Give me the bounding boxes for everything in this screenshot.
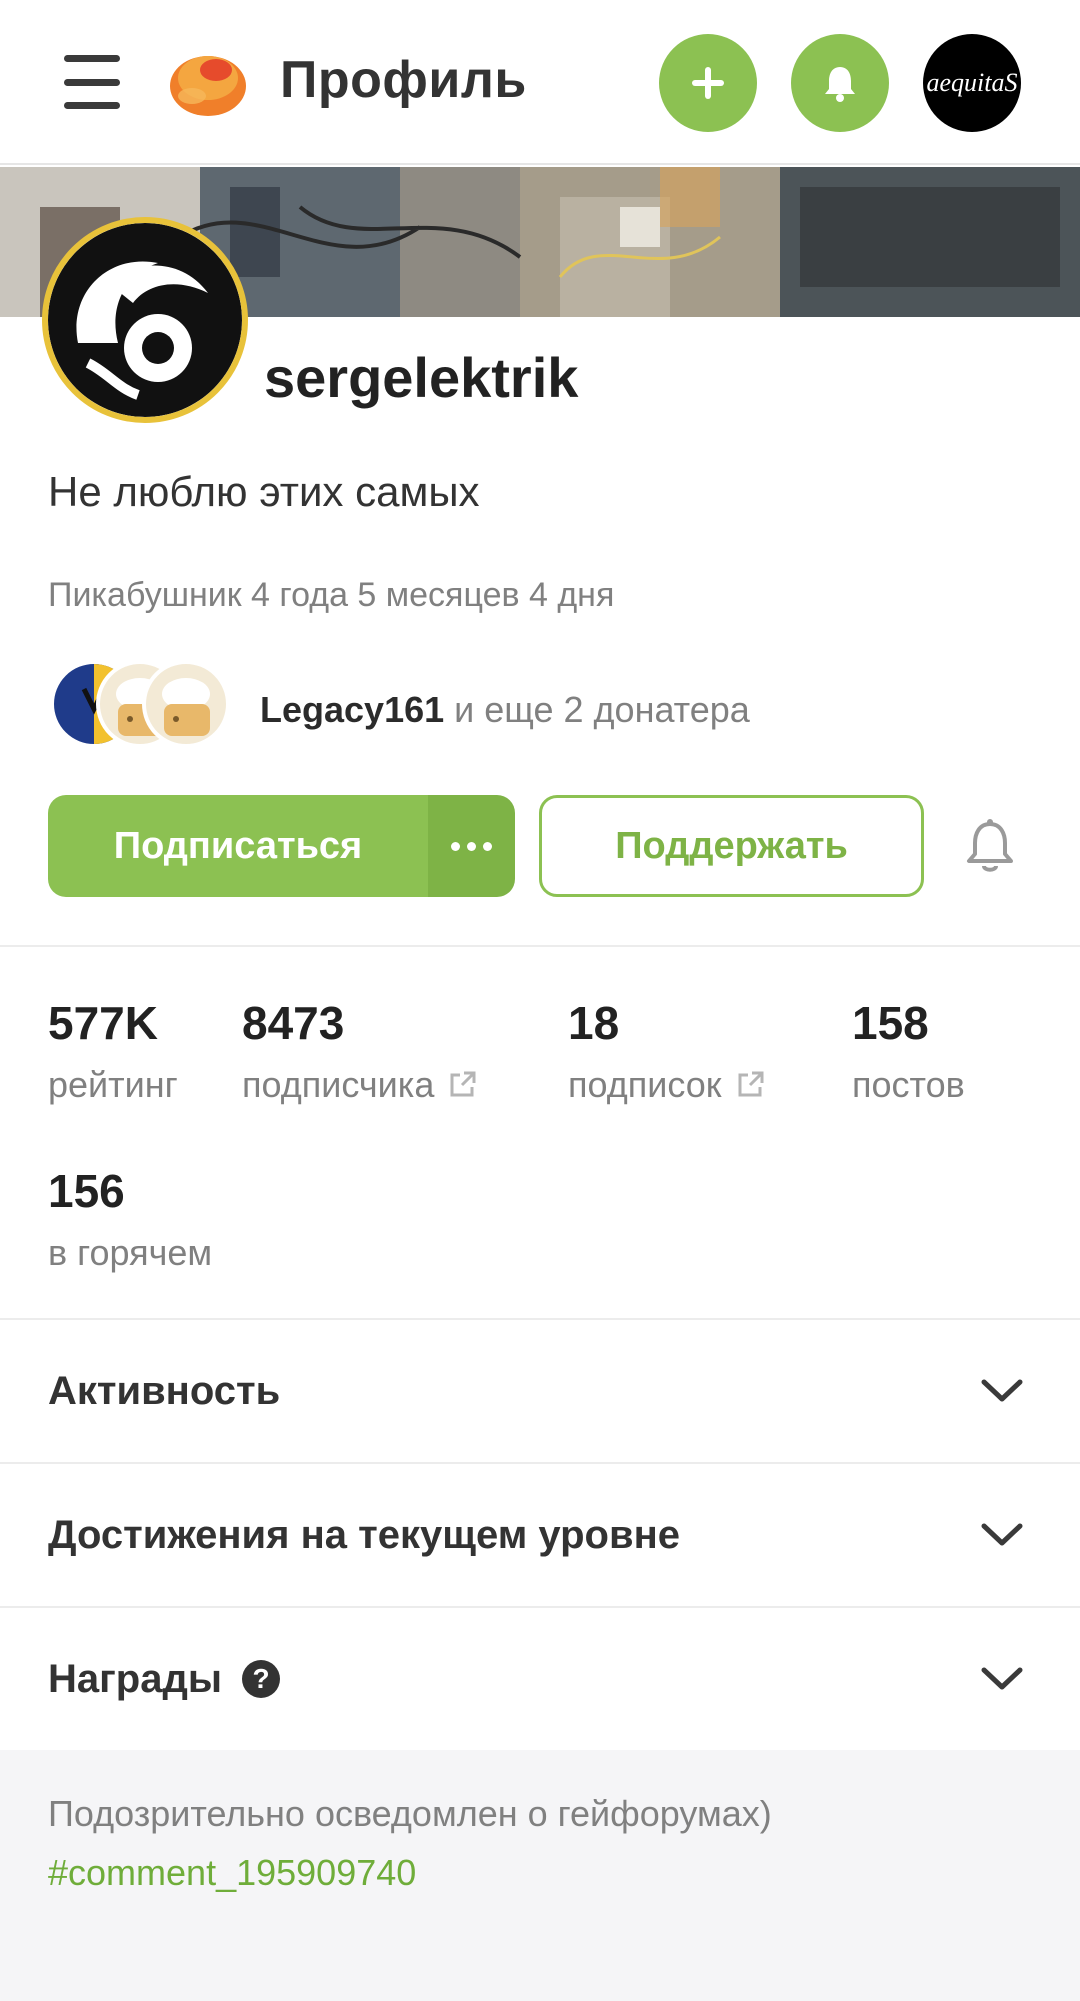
stat-value: 156 [48,1165,125,1217]
stat-label: в горячем [48,1232,213,1273]
section-label: Достижения на текущем уровне [48,1512,680,1557]
question-icon[interactable]: ? [242,1660,281,1698]
chevron-down-icon [981,1379,1023,1402]
notifications-button[interactable] [791,34,889,132]
donors-summary[interactable]: Legacy161 и еще 2 донатера [260,689,750,731]
top-bar: Профиль aequitaS [0,0,1080,165]
section-label: Награды [48,1656,223,1701]
section-achievements[interactable]: Достижения на текущем уровне [0,1464,1080,1606]
subscribe-group: Подписаться [48,795,515,897]
chevron-down-icon [981,1523,1023,1546]
stat-value: 158 [852,997,929,1049]
page-title: Профиль [280,51,527,109]
user-avatar-text: aequitaS [926,68,1018,97]
profile-avatar-image [48,223,242,417]
stat-label: постов [852,1064,965,1105]
external-link-icon [738,1071,764,1097]
chevron-down-icon [981,1667,1023,1690]
stat-value: 577K [48,997,158,1049]
pikabu-logo-icon[interactable] [162,38,254,122]
membership-duration: Пикабушник 4 года 5 месяцев 4 дня [48,576,615,614]
stat-hot: 156 в горячем [48,1164,212,1274]
donor-name[interactable]: Legacy161 [260,689,444,730]
add-post-button[interactable] [659,34,757,132]
plus-icon [692,67,724,99]
section-label: Активность [48,1368,281,1413]
more-dots-icon[interactable] [428,795,515,897]
external-link-icon [450,1071,476,1097]
donor-avatars[interactable] [50,660,235,750]
stat-value: 8473 [242,997,345,1049]
donor-avatar [142,660,230,748]
section-awards[interactable]: Награды ? [0,1608,1080,1750]
profile-avatar[interactable] [42,217,248,423]
user-avatar[interactable]: aequitaS [923,34,1021,132]
support-button[interactable]: Поддержать [539,795,924,897]
username: sergelektrik [264,346,579,409]
bell-icon [825,67,855,102]
stat-posts: 158 постов [852,996,965,1106]
award-description: Подозрительно осведомлен о гейфорумах) [48,1793,772,1834]
profile-bio: Не люблю этих самых [48,468,480,515]
subscribe-button[interactable]: Подписаться [48,795,428,897]
donors-suffix: и еще 2 донатера [444,689,750,730]
stat-value: 18 [568,997,620,1049]
hamburger-menu-icon[interactable] [64,55,120,109]
stat-rating: 577K рейтинг [48,996,178,1106]
section-activity[interactable]: Активность [0,1320,1080,1462]
divider [0,945,1080,947]
bell-outline-icon[interactable] [962,818,1018,876]
stat-subscriptions[interactable]: 18 подписок [568,996,766,1106]
stat-label: рейтинг [48,1064,178,1105]
award-comment-link[interactable]: #comment_195909740 [48,1852,416,1894]
stat-subscribers[interactable]: 8473 подписчика [242,996,478,1106]
stat-label: подписчика [242,1064,435,1105]
stat-label: подписок [568,1064,722,1105]
